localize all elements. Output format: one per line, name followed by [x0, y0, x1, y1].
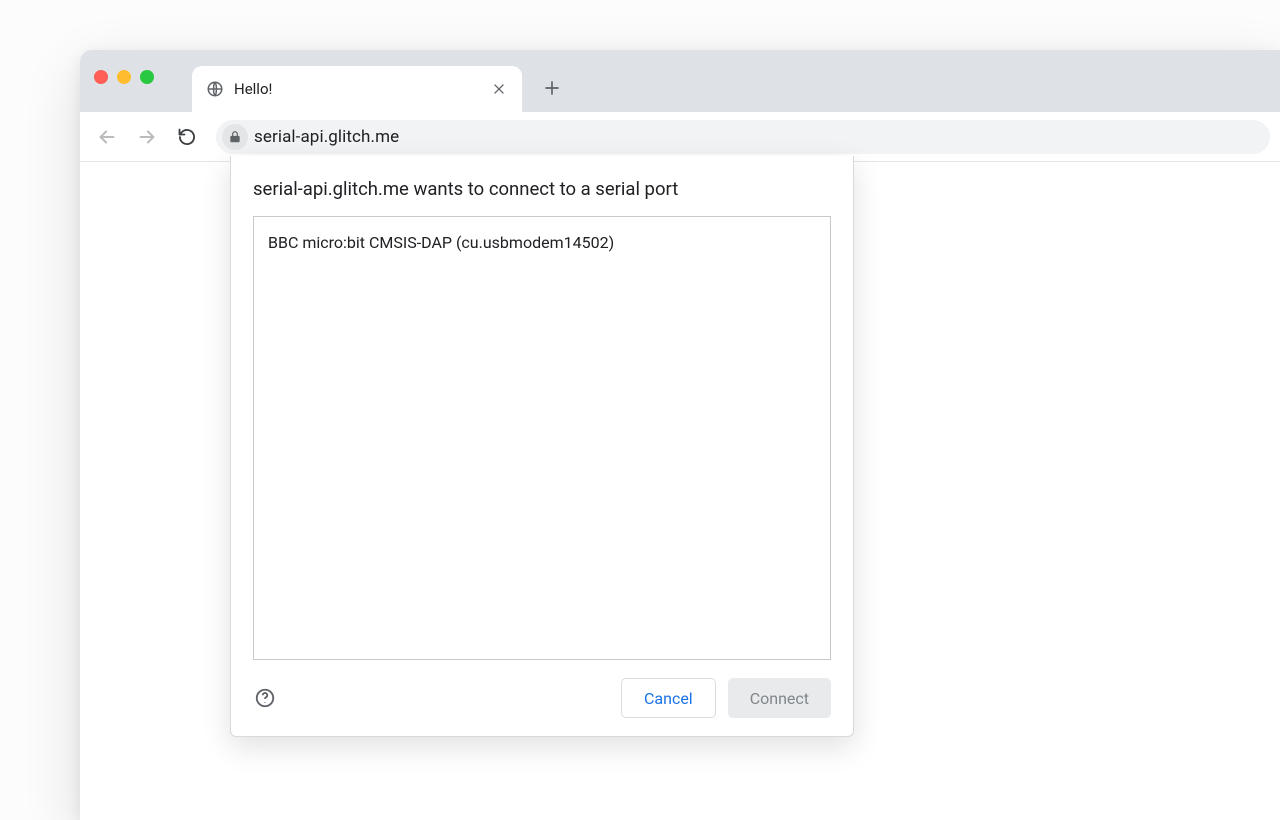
- window-minimize-button[interactable]: [117, 70, 131, 84]
- page-content: serial-api.glitch.me wants to connect to…: [80, 162, 1280, 820]
- globe-icon: [206, 80, 224, 98]
- window-controls: [94, 70, 154, 84]
- device-list[interactable]: BBC micro:bit CMSIS-DAP (cu.usbmodem1450…: [253, 216, 831, 660]
- window-zoom-button[interactable]: [140, 70, 154, 84]
- address-bar[interactable]: serial-api.glitch.me: [216, 120, 1270, 154]
- back-button[interactable]: [90, 120, 124, 154]
- tab-title: Hello!: [234, 80, 480, 98]
- browser-window: Hello! serial-api: [80, 50, 1280, 820]
- new-tab-button[interactable]: [536, 72, 568, 104]
- reload-button[interactable]: [170, 120, 204, 154]
- dialog-title: serial-api.glitch.me wants to connect to…: [253, 178, 831, 200]
- help-icon[interactable]: [253, 686, 277, 710]
- device-list-item[interactable]: BBC micro:bit CMSIS-DAP (cu.usbmodem1450…: [254, 227, 830, 258]
- cancel-button[interactable]: Cancel: [621, 678, 716, 718]
- tab-close-button[interactable]: [490, 80, 508, 98]
- browser-tab[interactable]: Hello!: [192, 66, 522, 112]
- dialog-footer: Cancel Connect: [253, 678, 831, 718]
- serial-port-chooser-dialog: serial-api.glitch.me wants to connect to…: [230, 156, 854, 737]
- toolbar: serial-api.glitch.me: [80, 112, 1280, 162]
- window-close-button[interactable]: [94, 70, 108, 84]
- lock-icon[interactable]: [222, 124, 248, 150]
- tab-strip: Hello!: [80, 50, 1280, 112]
- forward-button[interactable]: [130, 120, 164, 154]
- connect-button[interactable]: Connect: [728, 678, 831, 718]
- url-text: serial-api.glitch.me: [254, 127, 399, 147]
